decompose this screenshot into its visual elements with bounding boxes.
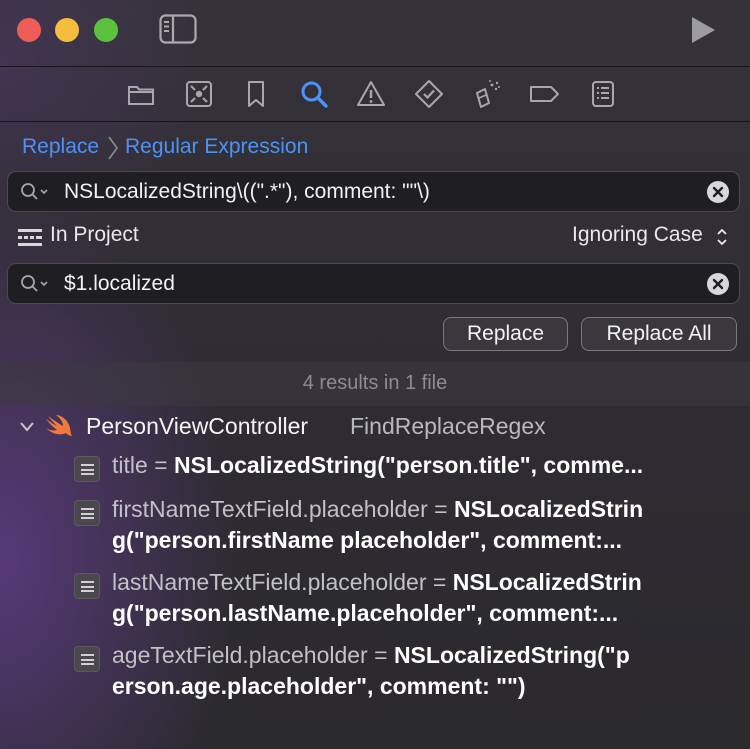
match-context: firstNameTextField.placeholder = [112, 496, 454, 522]
match-line-icon [74, 500, 100, 526]
sidebar-toggle-icon[interactable] [159, 14, 197, 44]
bookmark-icon[interactable] [241, 79, 271, 109]
match-context: ageTextField.placeholder = [112, 642, 394, 668]
match-line-icon [74, 646, 100, 672]
search-options-icon[interactable] [20, 182, 50, 202]
replace-button[interactable]: Replace [443, 317, 568, 351]
match-line-icon [74, 456, 100, 482]
divider [0, 121, 750, 122]
run-play-icon[interactable] [688, 15, 718, 45]
result-project-name: FindReplaceRegex [350, 413, 546, 439]
case-sensitivity-popup[interactable]: Ignoring Case [572, 223, 703, 247]
match-context: title = [112, 452, 175, 478]
close-icon [712, 186, 724, 198]
minimize-window-button[interactable] [55, 18, 79, 42]
breadcrumb-style[interactable]: Regular Expression [125, 135, 308, 159]
breadcrumb-mode[interactable]: Replace [22, 135, 99, 159]
folder-icon[interactable] [126, 79, 156, 109]
search-icon[interactable] [299, 79, 329, 109]
zoom-window-button[interactable] [94, 18, 118, 42]
match-highlight: g("person.firstName placeholder", commen… [112, 527, 623, 553]
match-result[interactable]: lastNameTextField.placeholder = NSLocali… [112, 569, 642, 596]
clear-find-button[interactable] [707, 181, 729, 203]
result-file-name[interactable]: PersonViewController [86, 413, 308, 440]
breakpoint-icon[interactable] [528, 79, 560, 109]
match-highlight: NSLocalizedString("p [393, 642, 630, 668]
search-options-icon[interactable] [20, 274, 50, 294]
debug-icon[interactable] [471, 79, 501, 109]
chevron-up-down-icon[interactable] [715, 226, 729, 248]
match-result[interactable]: g("person.firstName placeholder", commen… [112, 527, 622, 554]
test-icon[interactable] [414, 79, 444, 109]
match-result[interactable]: firstNameTextField.placeholder = NSLocal… [112, 496, 643, 523]
title-bar [0, 0, 750, 66]
match-highlight: NSLocalizedString("person.title", comme.… [174, 452, 644, 478]
source-control-icon[interactable] [184, 79, 214, 109]
close-window-button[interactable] [17, 18, 41, 42]
match-line-icon [74, 573, 100, 599]
swift-file-icon [46, 415, 72, 436]
close-icon [712, 278, 724, 290]
match-context: lastNameTextField.placeholder = [112, 569, 453, 595]
warning-icon[interactable] [356, 79, 386, 109]
match-result[interactable]: title = NSLocalizedString("person.title"… [112, 452, 643, 479]
chevron-right-icon [108, 136, 118, 160]
report-icon[interactable] [588, 79, 618, 109]
find-field[interactable]: NSLocalizedString\((".*"), comment: ""\) [7, 171, 740, 212]
divider [0, 66, 750, 67]
match-highlight: erson.age.placeholder", comment: "") [112, 673, 526, 699]
replace-value[interactable]: $1.localized [64, 272, 175, 296]
match-result[interactable]: g("person.lastName.placeholder", comment… [112, 600, 618, 627]
match-highlight: NSLocalizedStrin [453, 496, 644, 522]
replace-field[interactable]: $1.localized [7, 263, 740, 304]
clear-replace-button[interactable] [707, 273, 729, 295]
find-query[interactable]: NSLocalizedString\((".*"), comment: ""\) [64, 180, 430, 204]
match-result[interactable]: ageTextField.placeholder = NSLocalizedSt… [112, 642, 630, 669]
match-result[interactable]: erson.age.placeholder", comment: "") [112, 673, 526, 700]
match-highlight: NSLocalizedStrin [452, 569, 642, 595]
scope-icon[interactable] [18, 228, 42, 248]
replace-all-button[interactable]: Replace All [581, 317, 737, 351]
match-highlight: g("person.lastName.placeholder", comment… [112, 600, 619, 626]
find-navigator-window: Replace Regular Expression NSLocalizedSt… [0, 0, 750, 749]
scope-selector[interactable]: In Project [50, 223, 139, 247]
chevron-down-icon[interactable] [19, 419, 35, 435]
results-summary: 4 results in 1 file [302, 372, 448, 394]
